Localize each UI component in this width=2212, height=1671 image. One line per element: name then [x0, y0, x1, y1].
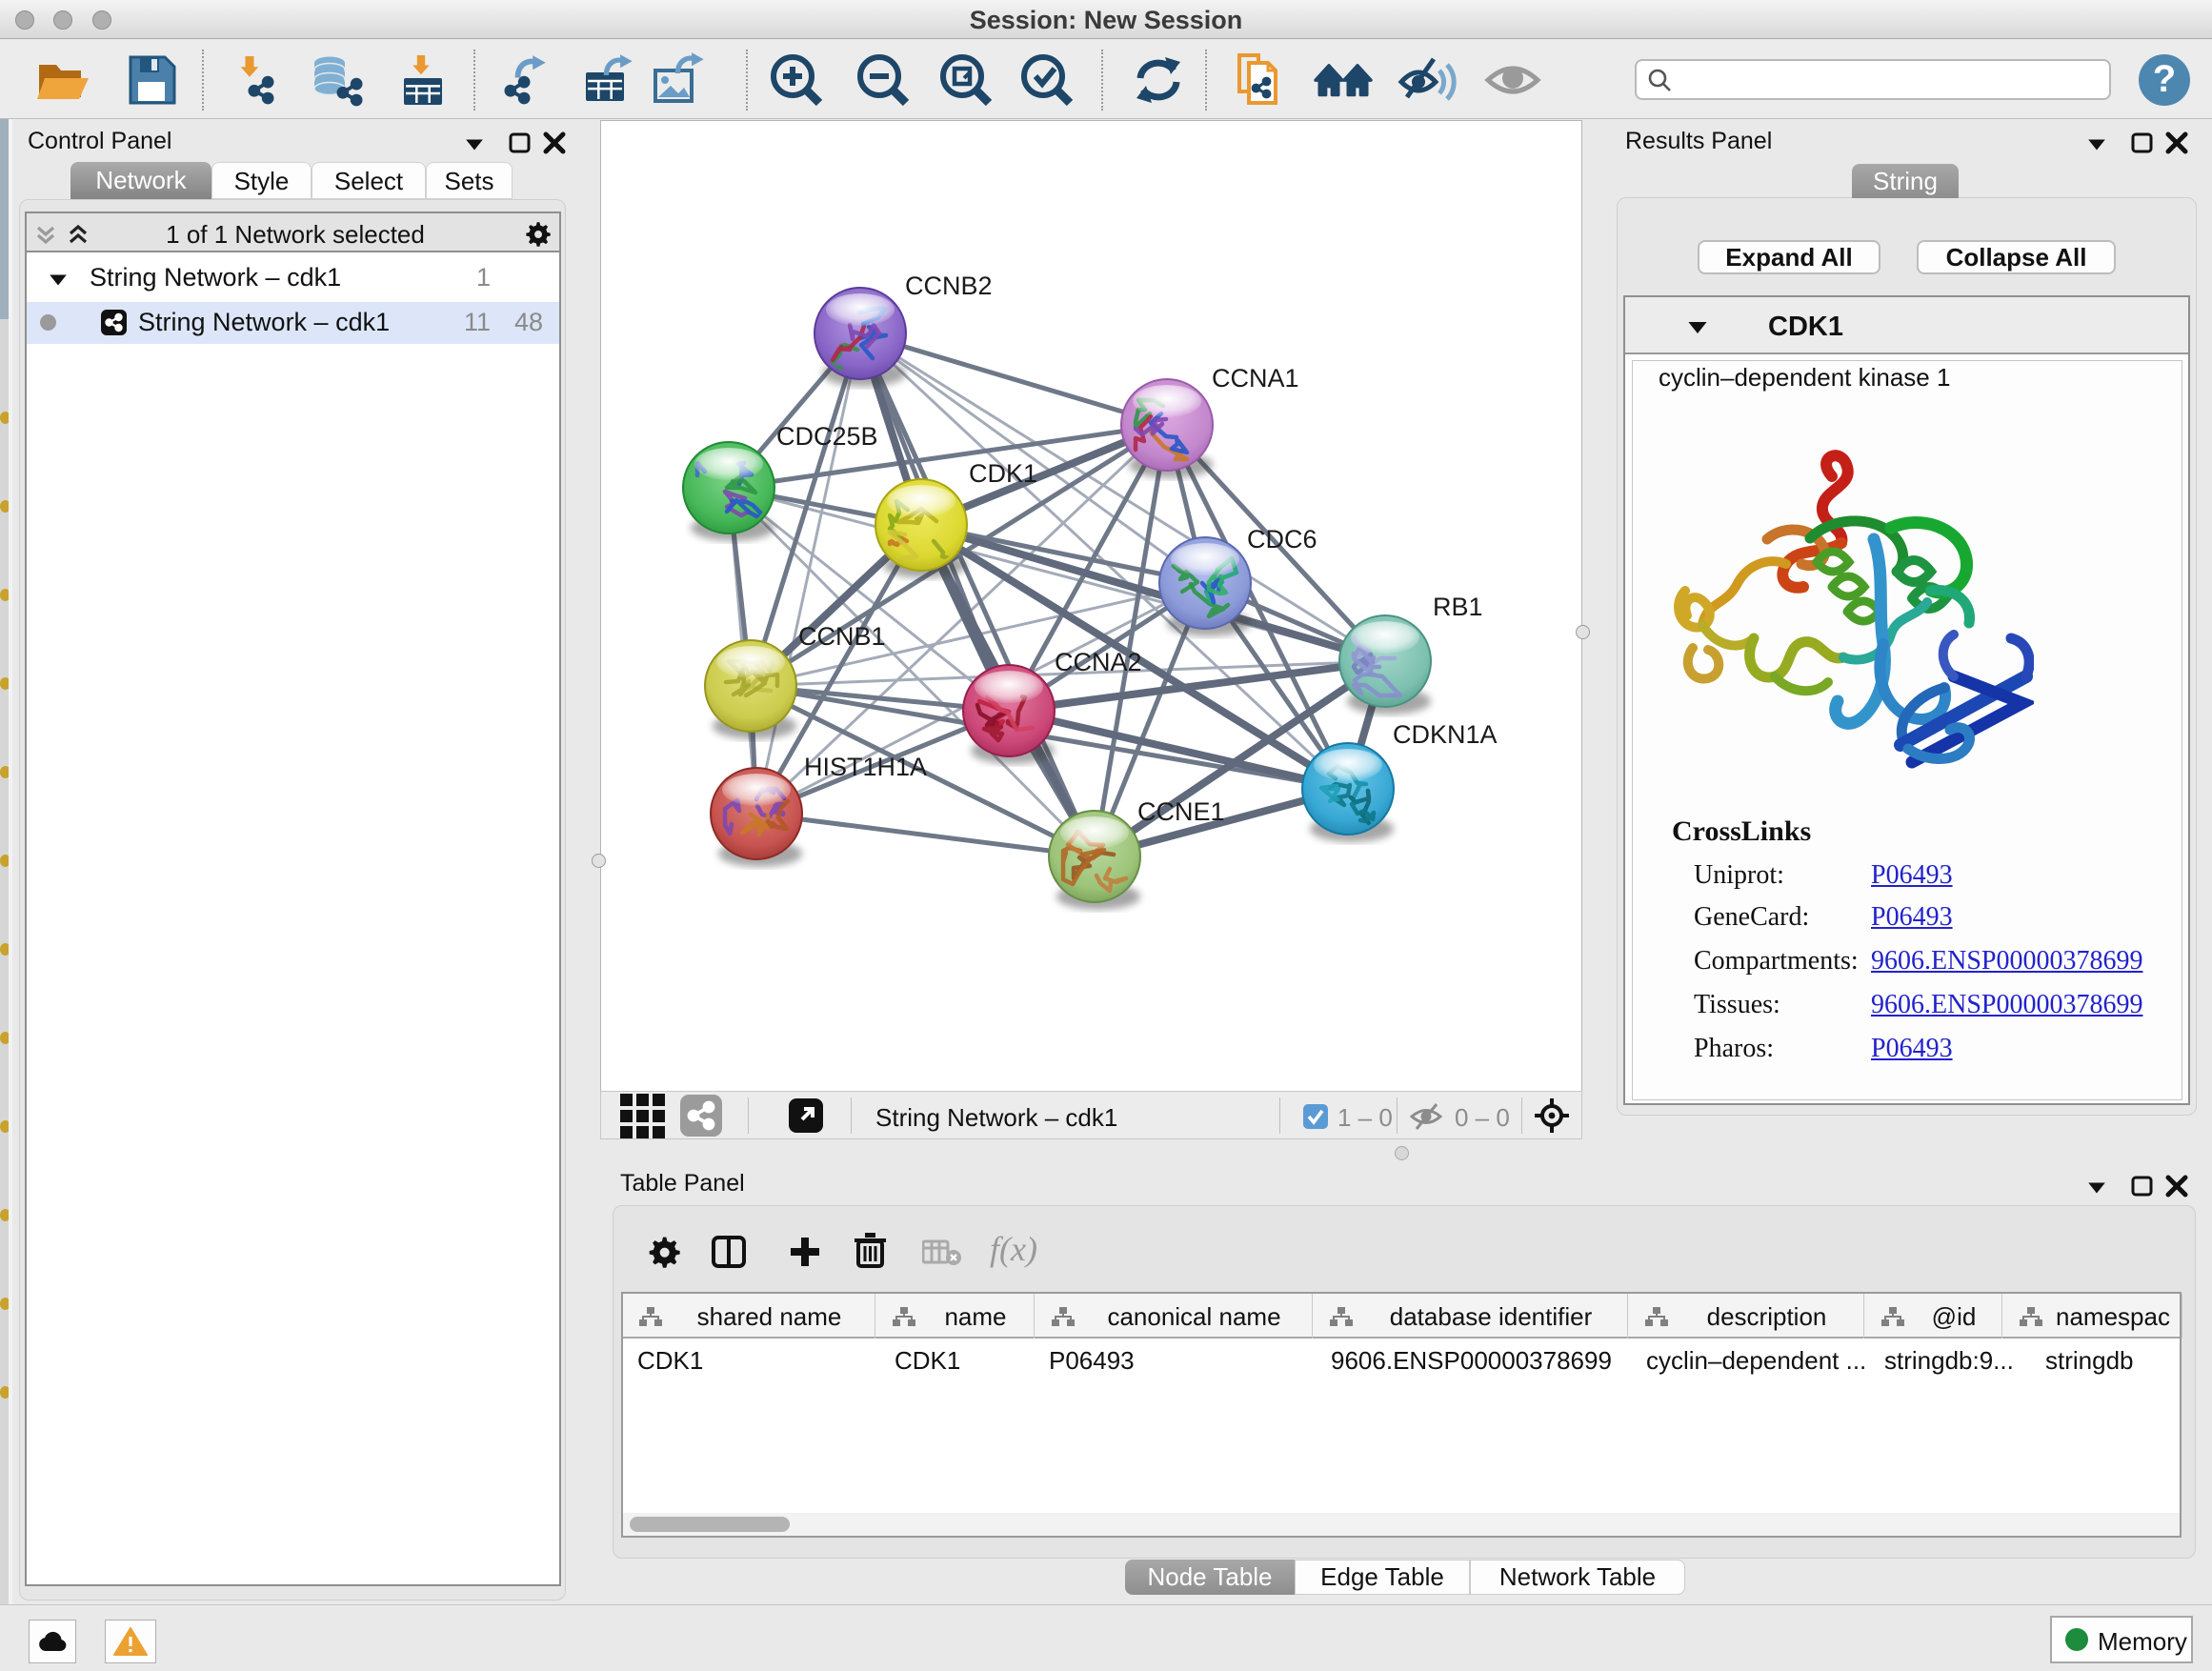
svg-text:CCNA1: CCNA1 [1212, 364, 1299, 393]
svg-text:CCNB1: CCNB1 [798, 622, 886, 651]
svg-text:HIST1H1A: HIST1H1A [804, 753, 927, 781]
svg-text:CDC6: CDC6 [1247, 525, 1317, 554]
svg-text:CDC25B: CDC25B [776, 422, 878, 451]
svg-text:CDK1: CDK1 [969, 459, 1037, 488]
svg-text:CCNE1: CCNE1 [1137, 797, 1225, 826]
svg-text:CDKN1A: CDKN1A [1393, 720, 1498, 749]
svg-text:RB1: RB1 [1433, 593, 1483, 621]
svg-text:CCNB2: CCNB2 [905, 272, 993, 300]
svg-text:CCNA2: CCNA2 [1055, 648, 1142, 676]
